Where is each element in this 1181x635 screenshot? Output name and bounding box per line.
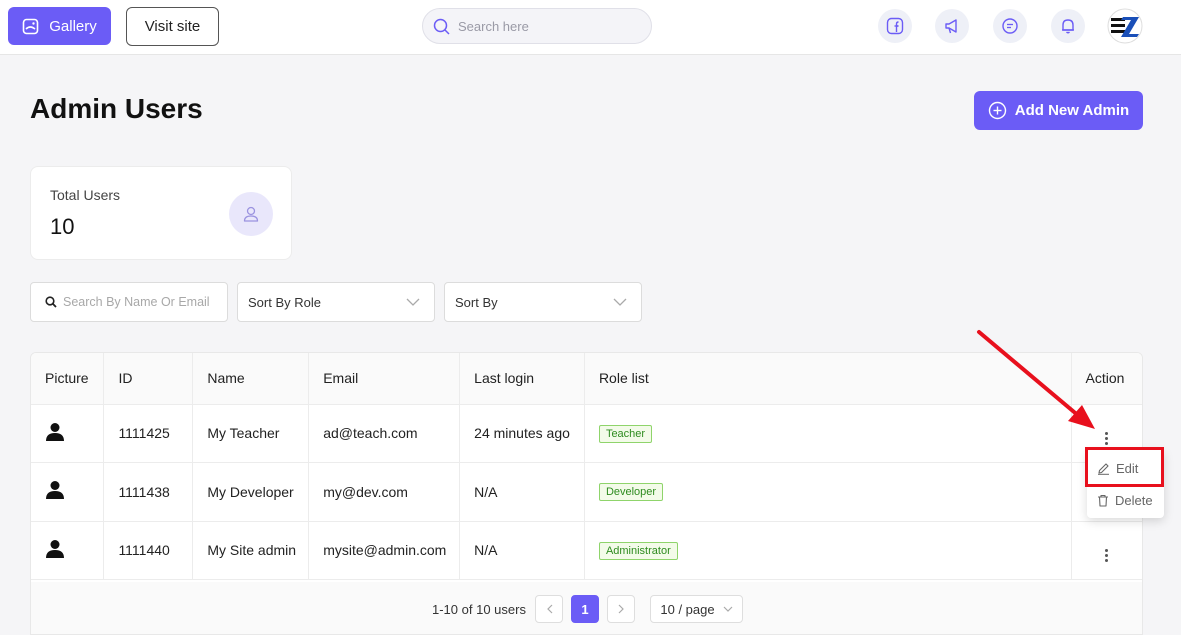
id-cell: 1111440 — [103, 521, 194, 580]
user-avatar-icon — [46, 422, 64, 441]
last-login-cell: N/A — [459, 521, 585, 580]
name-cell: My Developer — [192, 462, 310, 522]
page-size-value: 10 / page — [660, 601, 715, 617]
chevron-down-icon — [723, 606, 733, 612]
action-cell — [1071, 521, 1142, 580]
visit-site-label: Visit site — [144, 18, 201, 35]
visit-site-button[interactable]: Visit site — [126, 7, 219, 46]
id-cell: 1111438 — [103, 462, 194, 522]
megaphone-icon — [945, 19, 957, 34]
chevron-right-icon — [618, 604, 624, 614]
gallery-button[interactable]: Gallery — [8, 7, 111, 45]
name-cell: My Teacher — [192, 404, 310, 463]
user-avatar-icon — [46, 539, 64, 558]
pagination-bar: 1-10 of 10 users 1 10 / page — [31, 582, 1142, 634]
role-cell: Developer — [584, 462, 1072, 522]
role-cell: Teacher — [584, 404, 1072, 463]
role-sort-select[interactable]: Sort By Role — [237, 282, 435, 322]
admin-users-table: Picture ID Name Email Last login Role li… — [30, 352, 1143, 635]
brand-logo-icon — [1107, 8, 1143, 44]
email-cell: my@dev.com — [308, 462, 461, 522]
total-users-label: Total Users — [50, 187, 121, 203]
last-login-cell: N/A — [459, 462, 585, 522]
top-bar: Gallery Visit site — [0, 0, 1181, 55]
global-search-input[interactable] — [458, 18, 628, 34]
table-row: 1111425 My Teacher ad@teach.com 24 minut… — [31, 404, 1142, 463]
chevron-down-icon — [613, 298, 627, 306]
table-row: 1111440 My Site admin mysite@admin.com N… — [31, 521, 1142, 580]
column-header-last-login: Last login — [459, 353, 585, 405]
global-search[interactable] — [422, 8, 652, 44]
picture-cell — [31, 462, 105, 522]
column-header-id: ID — [103, 353, 194, 405]
menu-item-delete[interactable]: Delete — [1087, 484, 1164, 516]
chat-icon — [1002, 18, 1018, 34]
total-users-value: 10 — [50, 214, 75, 239]
role-tag: Teacher — [598, 424, 653, 443]
chat-button[interactable] — [993, 9, 1027, 43]
id-cell: 1111425 — [103, 404, 194, 463]
add-new-admin-label: Add New Admin — [1014, 102, 1130, 119]
role-cell: Administrator — [584, 521, 1072, 580]
search-icon — [45, 296, 57, 308]
column-header-picture: Picture — [31, 353, 105, 405]
table-row: 1111438 My Developer my@dev.com N/A Deve… — [31, 462, 1142, 522]
edit-highlight-box — [1085, 447, 1164, 487]
notifications-button[interactable] — [1051, 9, 1085, 43]
sort-by-select[interactable]: Sort By — [444, 282, 642, 322]
table-header-row: Picture ID Name Email Last login Role li… — [31, 353, 1142, 405]
sort-by-value: Sort By — [455, 294, 498, 310]
column-header-email: Email — [308, 353, 461, 405]
role-sort-value: Sort By Role — [248, 294, 321, 310]
gallery-label: Gallery — [49, 17, 97, 35]
page-button-current[interactable]: 1 — [571, 595, 599, 623]
prev-page-button[interactable] — [535, 595, 563, 623]
facebook-button[interactable] — [878, 9, 912, 43]
column-header-name: Name — [192, 353, 310, 405]
email-cell: mysite@admin.com — [308, 521, 461, 580]
menu-item-delete-label: Delete — [1115, 492, 1153, 508]
picture-cell — [31, 404, 105, 463]
announcement-button[interactable] — [935, 9, 969, 43]
more-options-icon[interactable] — [1105, 431, 1109, 445]
user-avatar[interactable] — [1107, 8, 1143, 44]
user-search-input[interactable] — [63, 295, 223, 309]
facebook-icon — [886, 17, 904, 35]
chevron-left-icon — [546, 604, 552, 614]
bell-icon — [1062, 19, 1074, 34]
total-users-card: Total Users 10 — [30, 166, 292, 260]
search-icon — [433, 18, 450, 35]
page-title: Admin Users — [30, 93, 203, 124]
page-size-select[interactable]: 10 / page — [650, 595, 743, 623]
stat-icon-wrap — [229, 192, 273, 236]
user-icon — [243, 206, 259, 222]
chevron-down-icon — [406, 298, 420, 306]
user-avatar-icon — [46, 481, 64, 500]
picture-cell — [31, 521, 105, 580]
add-new-admin-button[interactable]: Add New Admin — [974, 91, 1143, 130]
pagination-summary: 1-10 of 10 users — [432, 602, 526, 617]
gallery-icon — [22, 18, 39, 34]
trash-icon — [1098, 494, 1108, 507]
more-options-icon[interactable] — [1105, 548, 1109, 562]
role-tag: Developer — [598, 483, 664, 502]
name-cell: My Site admin — [192, 521, 310, 580]
column-header-action: Action — [1071, 353, 1142, 405]
column-header-role-list: Role list — [584, 353, 1072, 405]
last-login-cell: 24 minutes ago — [459, 404, 585, 463]
role-tag: Administrator — [598, 541, 678, 560]
user-search[interactable] — [30, 282, 228, 322]
next-page-button[interactable] — [607, 595, 635, 623]
email-cell: ad@teach.com — [308, 404, 461, 463]
plus-circle-icon — [988, 101, 1006, 120]
